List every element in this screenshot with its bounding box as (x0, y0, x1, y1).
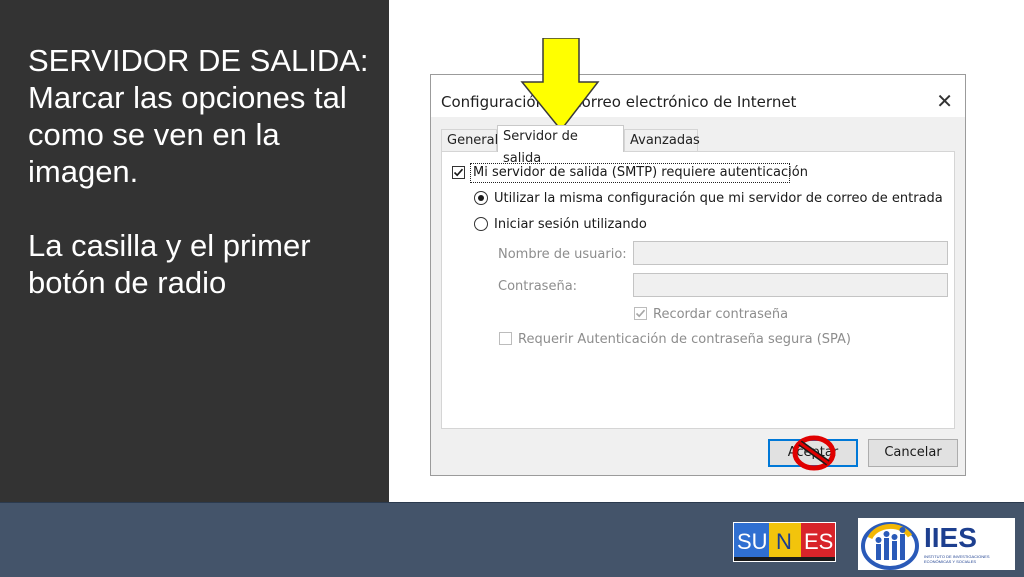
iies-logo-subtitle: INSTITUTO DE INVESTIGACIONES ECONÓMICAS … (924, 554, 990, 564)
down-arrow-icon (520, 38, 600, 132)
slide-instruction: Marcar las opciones tal como se ven en l… (28, 80, 347, 189)
dialog-title-bar: Configuración de correo electrónico de I… (431, 81, 965, 117)
svg-text:SU: SU (737, 529, 768, 554)
spa-label: Requerir Autenticación de contraseña seg… (518, 332, 851, 347)
iies-emblem-icon (861, 522, 919, 570)
remember-password-label: Recordar contraseña (653, 307, 789, 322)
checkmark-icon (453, 168, 464, 177)
smtp-auth-checkbox[interactable] (452, 166, 465, 179)
dialog-title: Configuración de correo electrónico de I… (441, 93, 797, 111)
svg-text:N: N (776, 529, 792, 554)
dialog-screenshot: Configuración de correo electrónico de I… (430, 74, 966, 476)
cancel-button[interactable]: Cancelar (868, 439, 958, 467)
tab-general[interactable]: General (441, 129, 498, 151)
username-input[interactable] (633, 241, 948, 265)
close-icon[interactable]: ✕ (936, 89, 953, 113)
slide-heading: SERVIDOR DE SALIDA: (28, 43, 369, 78)
iies-logo: IIES INSTITUTO DE INVESTIGACIONES ECONÓM… (858, 518, 1015, 570)
sunes-logo: SU N ES (733, 522, 836, 562)
tab-panel: Mi servidor de salida (SMTP) requiere au… (441, 151, 955, 429)
password-input[interactable] (633, 273, 948, 297)
prohibited-icon (792, 435, 836, 471)
svg-text:ES: ES (804, 529, 833, 554)
checkmark-icon (635, 309, 646, 318)
tab-servidor-de-salida[interactable]: Servidor de salida (497, 125, 624, 166)
slide-text: SERVIDOR DE SALIDA: Marcar las opciones … (28, 42, 378, 301)
iies-logo-text: IIES (924, 522, 977, 553)
radio-dot (478, 195, 484, 201)
slide-text-panel: SERVIDOR DE SALIDA: Marcar las opciones … (0, 0, 389, 502)
radio-same-settings[interactable] (474, 191, 488, 205)
spa-checkbox[interactable] (499, 332, 512, 345)
remember-password-checkbox[interactable] (634, 307, 647, 320)
password-label: Contraseña: (498, 279, 578, 294)
radio-login-using-label[interactable]: Iniciar sesión utilizando (494, 217, 647, 232)
tab-avanzadas[interactable]: Avanzadas (624, 129, 700, 151)
username-label: Nombre de usuario: (498, 247, 627, 262)
radio-login-using[interactable] (474, 217, 488, 231)
slide-note: La casilla y el primer botón de radio (28, 228, 311, 300)
radio-same-settings-label[interactable]: Utilizar la misma configuración que mi s… (494, 191, 943, 206)
